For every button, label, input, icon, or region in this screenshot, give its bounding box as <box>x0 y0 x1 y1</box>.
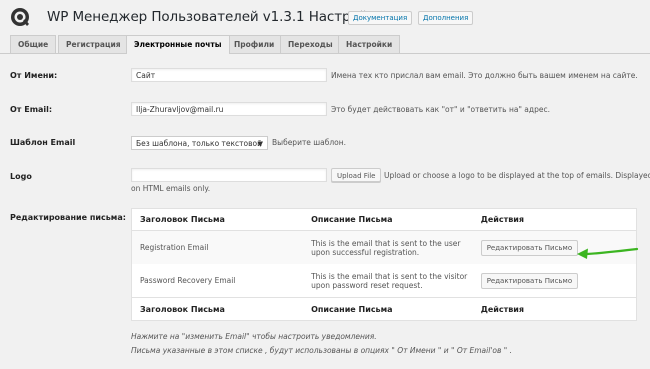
edit-password-recovery-email-button[interactable]: Редактировать Письмо <box>480 272 579 289</box>
tab-redirects[interactable]: Переходы <box>280 35 341 53</box>
caret-down-icon: ▼ <box>257 140 263 148</box>
upload-file-button[interactable]: Upload File <box>331 168 382 182</box>
template-description: Выберите шаблон. <box>272 138 347 147</box>
column-header-actions: Действия <box>472 208 637 231</box>
email-description-line1: This is the email that is sent to the vi… <box>311 271 468 281</box>
table-row: Password Recovery Email This is the emai… <box>132 264 637 298</box>
logo-url-input[interactable] <box>131 168 327 182</box>
table-row: Registration Email This is the email tha… <box>131 230 637 264</box>
hint-note-line1: Нажмите на "изменить Email" чтобы настро… <box>131 332 377 341</box>
tab-registration[interactable]: Регистрация <box>58 35 129 53</box>
email-description: This is the email that is sent to the vi… <box>303 264 473 298</box>
tab-general[interactable]: Общие <box>10 35 57 53</box>
email-actions: Редактировать Письмо <box>473 264 637 298</box>
edit-registration-email-button[interactable]: Редактировать Письмо <box>480 239 579 256</box>
logo-label: Logo <box>10 172 32 181</box>
addons-button[interactable]: Дополнения <box>418 11 474 25</box>
from-name-description: Имена тех кто прислал вам email. Это дол… <box>331 71 638 80</box>
table-footer-row: Заголовок Письма Описание Письма Действи… <box>131 297 637 321</box>
column-header-description: Описание Письма <box>303 208 473 231</box>
template-label: Шаблон Email <box>10 138 76 147</box>
tab-profiles[interactable]: Профили <box>226 35 283 53</box>
email-description-line1: This is the email that is sent to the us… <box>311 238 461 248</box>
column-footer-title: Заголовок Письма <box>131 297 304 321</box>
template-select-value: Без шаблона, только текстовой <box>136 139 263 148</box>
logo-description-line2: on HTML emails only. <box>131 184 211 193</box>
green-arrow-icon <box>577 247 639 259</box>
tabs-divider <box>0 53 650 54</box>
tab-emails[interactable]: Электронные почты <box>126 35 230 54</box>
hint-note-line2: Письма указанные в этом списке , будут и… <box>131 346 512 355</box>
email-description-line2: upon password reset request. <box>311 280 423 290</box>
from-name-input[interactable]: Сайт <box>131 68 327 82</box>
plugin-logo-icon <box>11 8 29 26</box>
column-header-title: Заголовок Письма <box>131 208 304 231</box>
column-footer-description: Описание Письма <box>303 297 473 321</box>
email-editing-label: Редактирование письма: <box>10 213 126 222</box>
email-description: This is the email that is sent to the us… <box>303 230 473 264</box>
page-title: WP Менеджер Пользователей v1.3.1 Настрой… <box>47 9 385 25</box>
tab-settings[interactable]: Настройки <box>338 35 401 53</box>
email-title: Password Recovery Email <box>140 276 236 285</box>
documentation-button[interactable]: Документация <box>348 11 413 25</box>
from-email-label: От Email: <box>10 105 53 114</box>
from-email-description: Это будет действовать как "от" и "ответи… <box>331 105 550 114</box>
from-name-label: От Имени: <box>10 71 58 80</box>
logo-description-line1: Upload or choose a logo to be displayed … <box>384 171 650 180</box>
from-email-input[interactable]: Ilja-Zhuravljov@mail.ru <box>131 102 327 116</box>
column-footer-actions: Действия <box>472 297 637 321</box>
email-title: Registration Email <box>131 230 304 264</box>
emails-table: Заголовок Письма Описание Письма Действи… <box>131 208 637 321</box>
template-select[interactable]: Без шаблона, только текстовой ▼ <box>131 136 268 150</box>
table-header-row: Заголовок Письма Описание Письма Действи… <box>131 208 637 231</box>
email-description-line2: upon successful registration. <box>311 247 420 257</box>
